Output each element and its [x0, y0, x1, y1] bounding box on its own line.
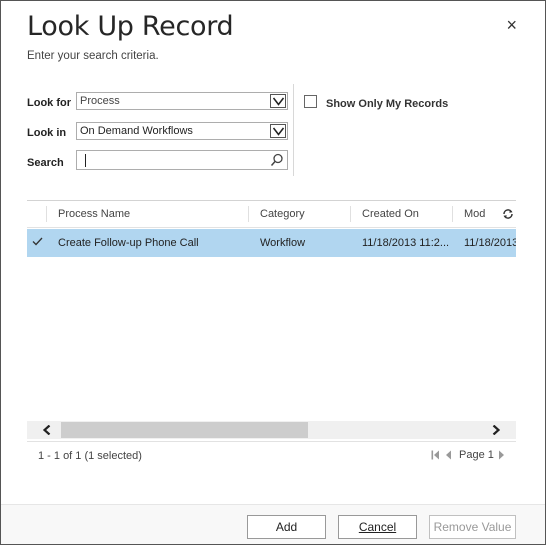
results-grid: Process Name Category Created On Mod Cre… [27, 200, 516, 438]
column-header-created-on[interactable]: Created On [362, 208, 419, 220]
horizontal-scrollbar[interactable] [27, 421, 516, 439]
criteria-divider [293, 84, 294, 176]
checkmark-icon[interactable] [32, 237, 43, 249]
search-icon[interactable] [270, 153, 284, 170]
record-count: 1 - 1 of 1 (1 selected) [38, 450, 142, 462]
chevron-down-icon[interactable] [270, 94, 286, 108]
scrollbar-thumb[interactable] [61, 422, 308, 438]
show-only-my-records-label: Show Only My Records [326, 98, 449, 110]
remove-value-button[interactable]: Remove Value [429, 515, 516, 539]
dialog-footer: Add Cancel Remove Value [1, 504, 545, 544]
column-header-process-name[interactable]: Process Name [58, 208, 130, 220]
refresh-icon[interactable] [502, 208, 514, 223]
lookup-dialog: Look Up Record Enter your search criteri… [0, 0, 546, 545]
search-label: Search [27, 157, 64, 169]
show-only-my-records-checkbox[interactable] [304, 95, 317, 108]
status-divider [27, 441, 516, 442]
cell-created-on: 11/18/2013 11:2... [362, 237, 450, 249]
search-input[interactable] [76, 150, 288, 170]
column-separator [350, 206, 351, 222]
column-separator [248, 206, 249, 222]
column-header-category[interactable]: Category [260, 208, 305, 220]
column-separator [46, 206, 47, 222]
next-page-icon[interactable] [498, 450, 505, 463]
look-in-value: On Demand Workflows [80, 125, 193, 137]
scroll-right-icon[interactable] [492, 424, 501, 438]
page-number: Page 1 [459, 449, 494, 461]
grid-header: Process Name Category Created On Mod [27, 201, 516, 228]
column-separator [452, 206, 453, 222]
look-for-label: Look for [27, 97, 71, 109]
previous-page-icon[interactable] [445, 450, 452, 463]
column-header-modified-on[interactable]: Mod [464, 208, 485, 220]
dialog-title: Look Up Record [27, 11, 234, 42]
dialog-subtitle: Enter your search criteria. [27, 50, 159, 62]
chevron-down-icon[interactable] [270, 124, 286, 138]
scroll-left-icon[interactable] [42, 424, 51, 438]
cell-category: Workflow [260, 237, 306, 249]
look-for-value: Process [80, 95, 120, 107]
text-caret [85, 154, 86, 167]
look-in-label: Look in [27, 127, 67, 139]
table-row[interactable]: Create Follow-up Phone Call Workflow 11/… [27, 229, 516, 257]
cancel-button[interactable]: Cancel [338, 515, 417, 539]
add-button[interactable]: Add [247, 515, 326, 539]
cancel-button-label: Cancel [358, 520, 397, 534]
close-icon[interactable]: × [506, 15, 517, 35]
first-page-icon[interactable] [431, 450, 440, 463]
look-in-select[interactable]: On Demand Workflows [76, 122, 288, 140]
look-for-select[interactable]: Process [76, 92, 288, 110]
cell-modified-on: 11/18/2013 [464, 237, 516, 249]
cell-process-name[interactable]: Create Follow-up Phone Call [58, 237, 243, 249]
